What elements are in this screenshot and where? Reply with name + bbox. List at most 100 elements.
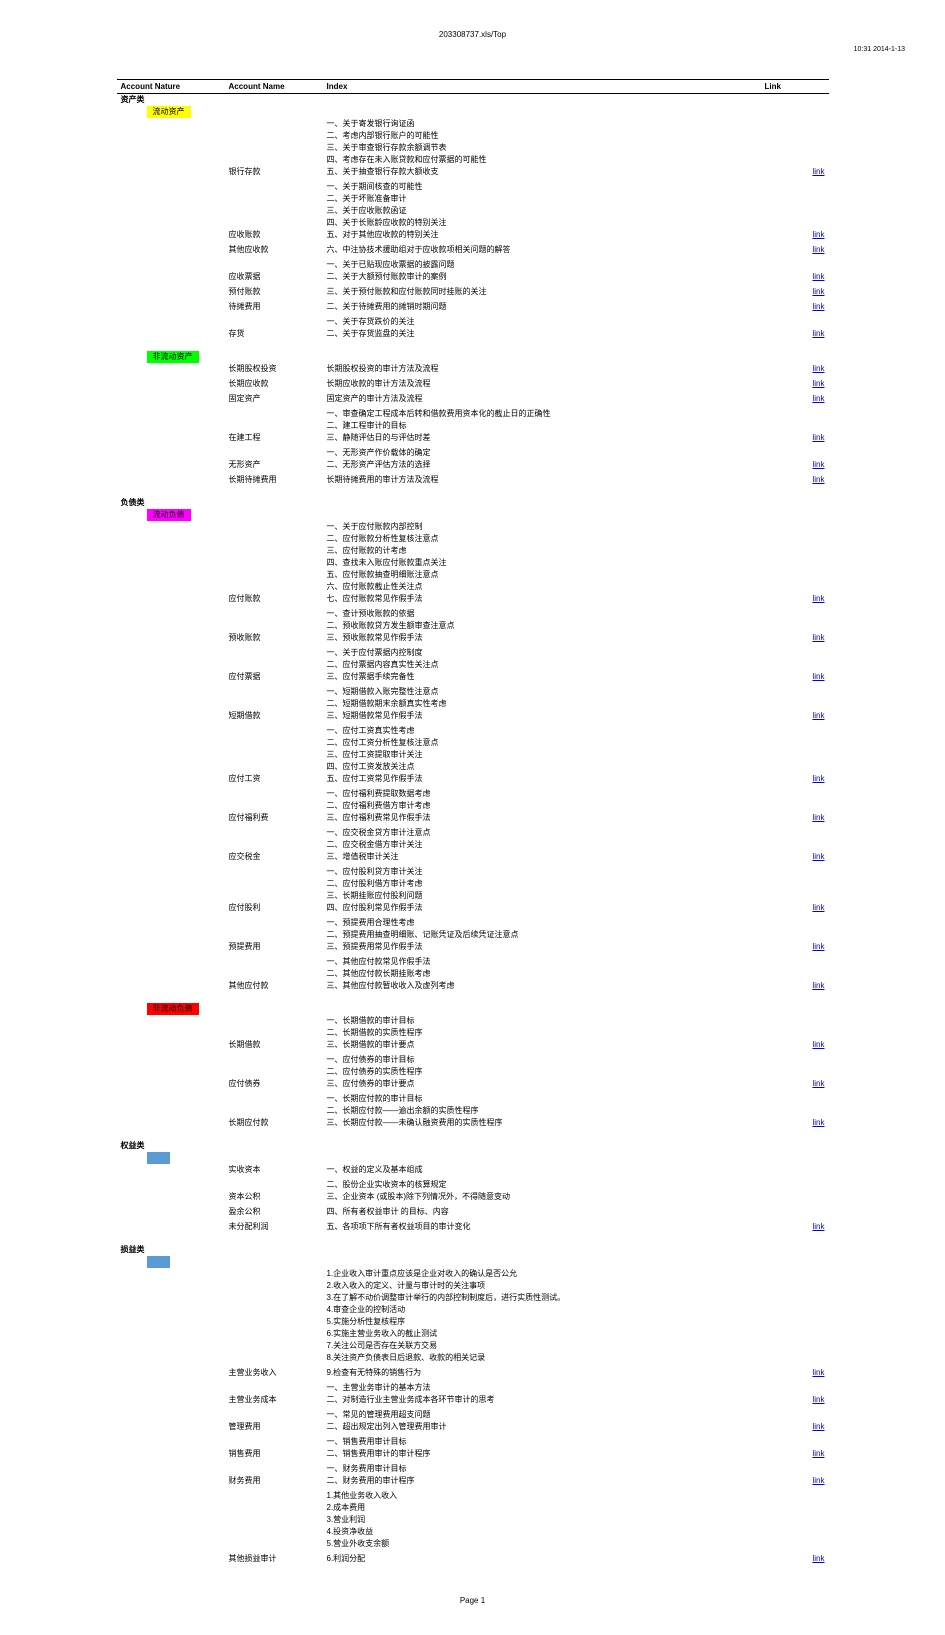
link[interactable]: link [812,1554,824,1563]
link[interactable]: link [812,167,824,176]
table-row: 二、建工程审计的目标 [117,420,829,432]
index-line: 长期待摊费用的审计方法及流程 [323,474,761,486]
index-line: 二、财务费用的审计程序 [323,1475,761,1487]
link[interactable]: link [812,475,824,484]
link-cell [761,521,829,533]
link[interactable]: link [812,230,824,239]
account-name-cell: 应付福利费 [225,812,323,824]
index-line: 一、应交税金贷方审计注意点 [323,827,761,839]
table-row: 待摊费用二、关于待摊费用的摊销时期问题link [117,301,829,313]
link[interactable]: link [812,1422,824,1431]
subcategory-label: 非流动资产 [147,351,199,363]
link[interactable]: link [812,813,824,822]
index-line: 三、其他应付款暂收收入及虚列考虑 [323,980,761,992]
link[interactable]: link [812,287,824,296]
link-cell: link [761,393,829,405]
link[interactable]: link [812,272,824,281]
account-name-cell [225,408,323,420]
link-cell [761,1054,829,1066]
link[interactable]: link [812,1449,824,1458]
index-line: 长期应收款的审计方法及流程 [323,378,761,390]
table-row [117,1236,829,1244]
account-name-cell [225,1382,323,1394]
table-row: 应交税金三、增值税审计关注link [117,851,829,863]
link-cell: link [761,301,829,313]
account-name-cell [225,890,323,902]
subcategory-label [147,1256,170,1268]
link-cell [761,545,829,557]
link[interactable]: link [812,1368,824,1377]
subcategory-label: 流动资产 [147,106,191,118]
link[interactable]: link [812,379,824,388]
link[interactable]: link [812,1079,824,1088]
account-name-cell [225,1015,323,1027]
link-cell [761,1436,829,1448]
link[interactable]: link [812,633,824,642]
account-name-cell [225,142,323,154]
link[interactable]: link [812,981,824,990]
link[interactable]: link [812,394,824,403]
index-line: 二、关于坏账准备审计 [323,193,761,205]
link-cell: link [761,671,829,683]
link[interactable]: link [812,329,824,338]
link[interactable]: link [812,364,824,373]
link[interactable]: link [812,460,824,469]
index-line: 6.利润分配 [323,1553,761,1565]
link[interactable]: link [812,672,824,681]
link[interactable]: link [812,774,824,783]
link[interactable]: link [812,1395,824,1404]
link-cell: link [761,328,829,340]
link[interactable]: link [812,594,824,603]
link[interactable]: link [812,1222,824,1231]
link-cell: link [761,1475,829,1487]
link[interactable]: link [812,245,824,254]
link[interactable]: link [812,1040,824,1049]
link[interactable]: link [812,302,824,311]
account-name-cell [225,1280,323,1292]
index-line: 六、中注协技术援助组对于应收款项相关问题的解答 [323,244,761,256]
link-cell [761,1093,829,1105]
table-row: 二、考虑内部银行账户的可能性 [117,130,829,142]
link[interactable]: link [812,433,824,442]
index-line: 一、权益的定义及基本组成 [323,1164,761,1176]
index-line: 一、查计预收账款的依据 [323,608,761,620]
account-name-cell [225,1502,323,1514]
index-line: 三、企业资本 (或股本)除下列情况外，不得随意变动 [323,1191,761,1203]
link-cell [761,968,829,980]
index-line: 9.检查有无特殊的销售行为 [323,1367,761,1379]
link[interactable]: link [812,1476,824,1485]
link-cell [761,154,829,166]
index-line: 二、应付工资分析性复核注意点 [323,737,761,749]
table-row: 一、应付债券的审计目标 [117,1054,829,1066]
category-label: 资产类 [121,95,145,104]
account-name-cell [225,956,323,968]
table-row: 一、关于存货跌价的关注 [117,316,829,328]
link[interactable]: link [812,711,824,720]
table-row: 二、应付工资分析性复核注意点 [117,737,829,749]
table-row: 主营业务成本二、对制造行业主营业务成本各环节审计的思考link [117,1394,829,1406]
index-line: 一、其他应付款常见作假手法 [323,956,761,968]
index-line: 二、应付票据内容真实性关注点 [323,659,761,671]
table-row: 其他应付款三、其他应付款暂收收入及虚列考虑 link [117,980,829,992]
table-row: 四、考虑存在未入账贷款和应付票据的可能性 [117,154,829,166]
link[interactable]: link [812,942,824,951]
index-line: 固定资产的审计方法及流程 [323,393,761,405]
index-line: 5.实施分析性复核程序 [323,1316,761,1328]
link-cell [761,1164,829,1176]
account-name-cell: 其他应付款 [225,980,323,992]
account-name-cell [225,749,323,761]
table-row: 无形资产二、无形资产评估方法的选择link [117,459,829,471]
timestamp: 10:31 2014-1-13 [854,46,905,53]
table-row [117,1152,829,1164]
link[interactable]: link [812,903,824,912]
table-row: 一、长期应付款的审计目标 [117,1093,829,1105]
link[interactable]: link [812,1118,824,1127]
link-cell [761,725,829,737]
link[interactable]: link [812,852,824,861]
table-row: 3.在了解不动价调整审计举行的内部控制制度后，进行实质性测试。 [117,1292,829,1304]
index-line: 二、长期借款的实质性程序 [323,1027,761,1039]
table-row: 银行存款五、关于抽查银行存款大额收支link [117,166,829,178]
account-name-cell: 其他损益审计 [225,1553,323,1565]
account-name-cell [225,1328,323,1340]
link-cell [761,1340,829,1352]
